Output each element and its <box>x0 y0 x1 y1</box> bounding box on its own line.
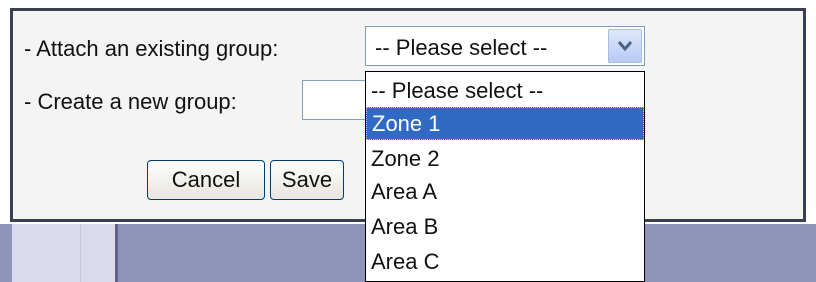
dropdown-option-area-a[interactable]: Area A <box>366 175 644 208</box>
dropdown-option-zone-2[interactable]: Zone 2 <box>366 142 644 175</box>
group-select-value: -- Please select -- <box>375 35 548 60</box>
group-select[interactable]: -- Please select -- <box>365 26 645 66</box>
save-button[interactable]: Save <box>270 160 344 200</box>
dropdown-option-area-b[interactable]: Area B <box>366 210 644 243</box>
background-divider <box>115 224 118 282</box>
background-cell <box>12 224 80 282</box>
group-dropdown-list: -- Please select -- Zone 1 Zone 2 Area A… <box>365 71 645 282</box>
create-group-label: - Create a new group: <box>24 89 237 114</box>
dropdown-option-zone-1[interactable]: Zone 1 <box>366 107 644 140</box>
select-arrow-button[interactable] <box>608 29 642 63</box>
dropdown-option-please-select[interactable]: -- Please select -- <box>366 74 644 107</box>
new-group-input[interactable] <box>302 80 366 120</box>
chevron-down-icon <box>617 41 633 52</box>
attach-group-label: - Attach an existing group: <box>24 36 279 61</box>
background-cell <box>80 224 116 282</box>
cancel-button[interactable]: Cancel <box>147 160 265 200</box>
dropdown-option-area-c[interactable]: Area C <box>366 245 644 278</box>
